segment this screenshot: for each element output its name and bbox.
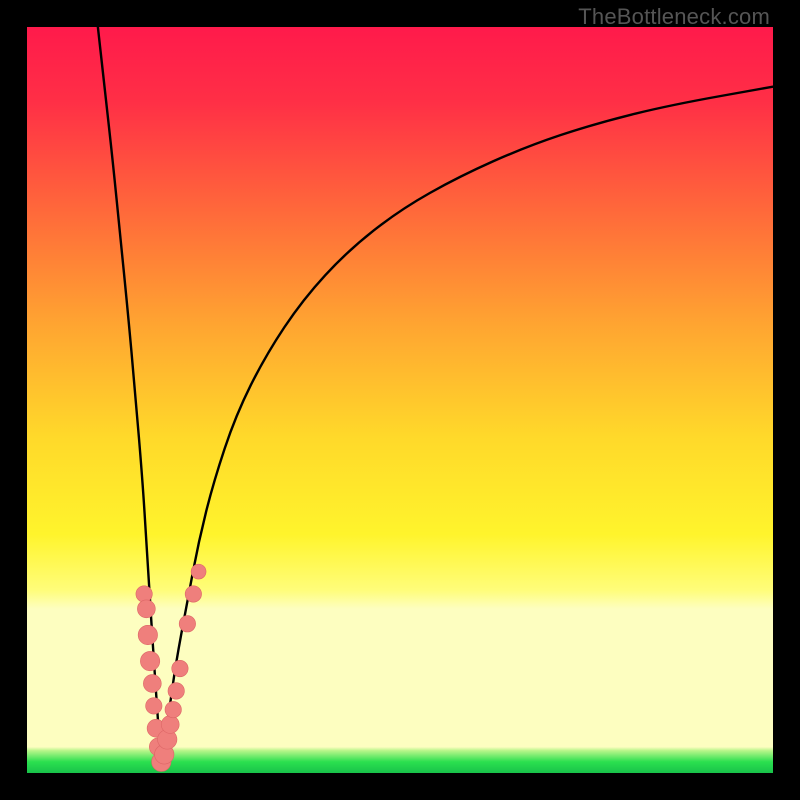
marker-0 (136, 586, 152, 602)
marker-3 (140, 651, 159, 670)
plot-area (27, 27, 773, 773)
marker-14 (172, 660, 188, 676)
marker-16 (185, 586, 201, 602)
chart-svg (27, 27, 773, 773)
marker-1 (137, 600, 155, 618)
marker-15 (179, 616, 195, 632)
marker-11 (161, 716, 179, 734)
marker-17 (191, 564, 206, 579)
marker-13 (168, 683, 184, 699)
marker-4 (143, 675, 161, 693)
gradient-background (27, 27, 773, 773)
marker-5 (146, 698, 162, 714)
marker-12 (165, 701, 181, 717)
marker-2 (138, 625, 157, 644)
outer-black-frame: TheBottleneck.com (0, 0, 800, 800)
watermark-text: TheBottleneck.com (578, 4, 770, 30)
